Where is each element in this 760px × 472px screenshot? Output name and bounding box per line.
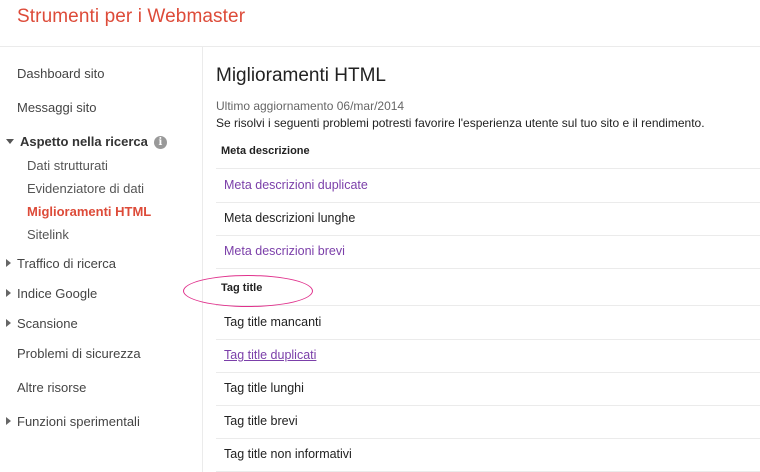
- meta-description-section-header: Meta descrizione: [216, 136, 760, 169]
- sidebar: Dashboard sito Messaggi sito Aspetto nel…: [0, 47, 203, 472]
- issue-row: Meta descrizioni brevi: [216, 235, 760, 269]
- sidebar-item-crawl[interactable]: Scansione: [6, 316, 78, 331]
- page-title: Miglioramenti HTML: [216, 65, 386, 86]
- sidebar-subitem-sitelinks[interactable]: Sitelink: [27, 227, 69, 242]
- issue-row: Meta descrizioni lunghe: [216, 202, 760, 236]
- issue-row: Meta descrizioni duplicate: [216, 169, 760, 203]
- page-description: Se risolvi i seguenti problemi potresti …: [216, 116, 705, 130]
- long-title-tags-link[interactable]: Tag title lunghi: [224, 381, 304, 395]
- issue-row: Tag title brevi: [216, 405, 760, 439]
- last-updated: Ultimo aggiornamento 06/mar/2014: [216, 99, 405, 113]
- short-meta-descriptions-link[interactable]: Meta descrizioni brevi: [224, 244, 345, 258]
- sidebar-item-label: Traffico di ricerca: [17, 256, 116, 271]
- sidebar-subitem-structured-data[interactable]: Dati strutturati: [27, 158, 108, 173]
- sidebar-item-other-resources[interactable]: Altre risorse: [17, 380, 86, 395]
- collapsed-arrow-icon: [6, 259, 11, 267]
- section-title: Meta descrizione: [221, 145, 310, 157]
- sidebar-item-google-index[interactable]: Indice Google: [6, 286, 97, 301]
- long-meta-descriptions-link[interactable]: Meta descrizioni lunghe: [224, 211, 355, 225]
- duplicate-meta-descriptions-link[interactable]: Meta descrizioni duplicate: [224, 178, 368, 192]
- expanded-arrow-icon: [6, 139, 14, 144]
- collapsed-arrow-icon: [6, 289, 11, 297]
- collapsed-arrow-icon: [6, 417, 11, 425]
- sidebar-item-dashboard[interactable]: Dashboard sito: [17, 66, 104, 81]
- sidebar-subitem-html-improvements[interactable]: Miglioramenti HTML: [27, 204, 151, 219]
- sidebar-item-label: Funzioni sperimentali: [17, 414, 140, 429]
- short-title-tags-link[interactable]: Tag title brevi: [224, 414, 298, 428]
- sidebar-item-label: Aspetto nella ricerca: [20, 134, 148, 149]
- issue-row: Tag title non informativi: [216, 438, 760, 472]
- duplicate-title-tags-link[interactable]: Tag title duplicati: [224, 348, 316, 362]
- sidebar-item-label: Indice Google: [17, 286, 98, 301]
- non-informative-title-tags-link[interactable]: Tag title non informativi: [224, 447, 352, 461]
- info-icon[interactable]: i: [153, 136, 167, 149]
- sidebar-subitem-data-highlighter[interactable]: Evidenziatore di dati: [27, 181, 144, 196]
- main-content: Miglioramenti HTML Ultimo aggiornamento …: [216, 47, 760, 472]
- sidebar-item-label: Scansione: [17, 316, 78, 331]
- app-title[interactable]: Strumenti per i Webmaster: [17, 6, 245, 28]
- missing-title-tags-link[interactable]: Tag title mancanti: [224, 315, 321, 329]
- sidebar-item-labs[interactable]: Funzioni sperimentali: [6, 414, 140, 429]
- annotation-ellipse: [183, 275, 313, 307]
- issue-row: Tag title lunghi: [216, 372, 760, 406]
- sidebar-item-search-traffic[interactable]: Traffico di ricerca: [6, 256, 116, 271]
- issue-row: Tag title duplicati: [216, 339, 760, 373]
- sidebar-item-search-appearance[interactable]: Aspetto nella ricerca i: [6, 134, 167, 149]
- sidebar-item-messages[interactable]: Messaggi sito: [17, 100, 96, 115]
- sidebar-item-security[interactable]: Problemi di sicurezza: [17, 346, 141, 361]
- issue-row: Tag title mancanti: [216, 306, 760, 340]
- collapsed-arrow-icon: [6, 319, 11, 327]
